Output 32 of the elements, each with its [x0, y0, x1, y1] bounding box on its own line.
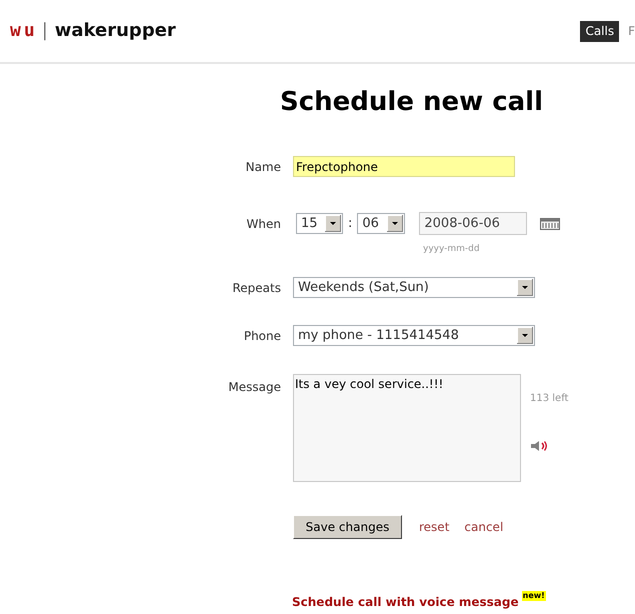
voice-message-link[interactable]: Schedule call with voice message: [292, 594, 519, 610]
speaker-icon[interactable]: [530, 440, 548, 452]
dropdown-select[interactable]: 15: [296, 213, 343, 234]
field-label: Message: [228, 379, 281, 395]
characters-left: 113 left: [530, 392, 568, 406]
dropdown-select[interactable]: Weekends (Sat,Sun): [293, 277, 535, 298]
date-input[interactable]: 2008-06-06: [419, 212, 528, 235]
message-textarea[interactable]: Its a vey cool service..!!!: [293, 374, 521, 482]
site-name: wakerupper: [54, 22, 176, 40]
field-label: Name: [246, 158, 281, 174]
dropdown-arrow-icon: [387, 215, 404, 232]
cancel-link[interactable]: cancel: [464, 519, 504, 535]
reset-link[interactable]: reset: [419, 519, 450, 535]
dropdown-select[interactable]: my phone - 1115414548: [293, 325, 535, 346]
header-divider: |: [42, 22, 48, 40]
save-changes-button[interactable]: Save changes: [293, 515, 402, 539]
date-format-hint: yyyy-mm-dd: [423, 243, 480, 255]
dropdown-select[interactable]: 06: [357, 213, 406, 234]
new-badge: new!: [522, 591, 546, 601]
page-title: Schedule new call: [280, 86, 543, 119]
nav-tab[interactable]: F: [628, 20, 635, 42]
dropdown-arrow-icon: [517, 327, 533, 344]
logo: wu: [10, 22, 38, 40]
field-label: When: [246, 216, 281, 232]
dropdown-arrow-icon: [325, 215, 341, 232]
dropdown-arrow-icon: [517, 279, 533, 296]
name-input[interactable]: Frepctophone: [293, 156, 515, 177]
calendar-icon[interactable]: [540, 218, 560, 230]
field-label: Repeats: [232, 280, 281, 296]
field-label: Phone: [244, 328, 281, 344]
time-separator: :: [348, 216, 352, 232]
nav-tab[interactable]: Calls: [580, 20, 620, 42]
